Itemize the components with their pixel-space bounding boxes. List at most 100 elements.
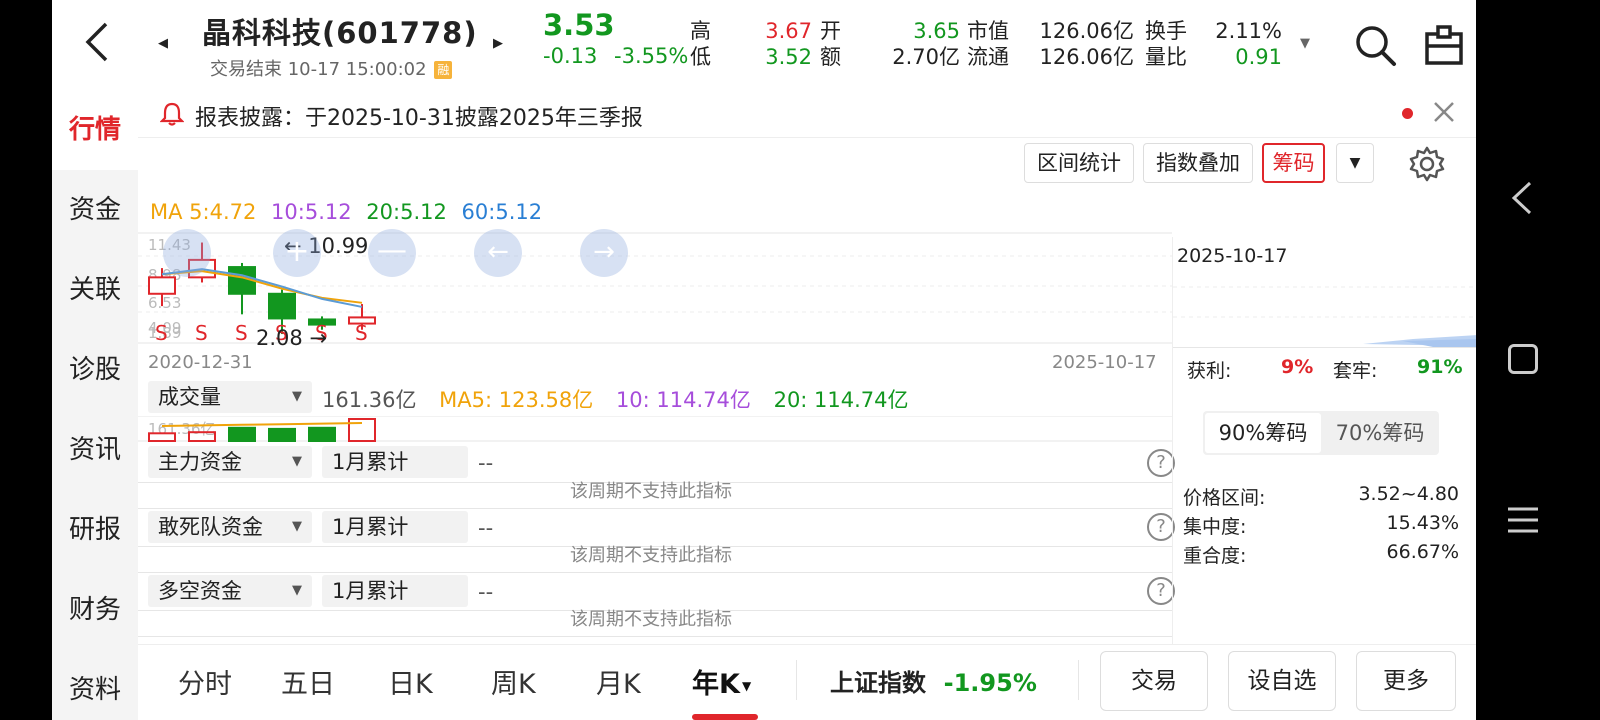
volume-indicator-label: 成交量 [158,385,221,409]
ma-legend: MA 5:4.72 10:5.12 20:5.12 60:5.12 [150,200,550,224]
min-price-label: 2.08 [256,326,303,350]
tab-five-day[interactable]: 五日 [281,662,335,701]
sidebar-item-research[interactable]: 研报 [52,490,138,570]
quote-value-high: 3.67 [765,19,812,43]
back-icon[interactable] [82,20,122,70]
pan-left-icon[interactable]: ← [474,229,522,277]
sidebar-item-funds[interactable]: 资金 [52,170,138,250]
more-button[interactable]: 更多 [1356,651,1456,711]
ma20-label: 20:5.12 [366,200,447,224]
next-stock-icon[interactable]: ▶ [493,36,503,51]
chevron-down-icon: ▼ [292,389,302,404]
chip-tab-70[interactable]: 70%筹码 [1323,413,1437,453]
tab-monthly-k[interactable]: 月K [596,662,641,701]
sidebar-item-diagnose[interactable]: 诊股 [52,330,138,410]
caret-down-icon: ▼ [741,678,752,693]
chart-start-date: 2020-12-31 [148,352,253,373]
trade-status: 交易结束 10-17 15:00:02 融 [210,55,453,81]
expand-quotes-icon[interactable]: ▼ [1300,36,1310,51]
disclosure-notice[interactable]: 报表披露：于2025-10-31披露2025年三季报 [138,90,1476,138]
overlap-value: 66.67% [1386,541,1459,563]
tab-intraday[interactable]: 分时 [178,662,232,701]
concentration-label: 集中度: [1183,516,1247,538]
volume-ma10: 10: 114.74亿 [615,388,751,412]
help-icon[interactable]: ? [1147,577,1175,605]
range-stats-button[interactable]: 区间统计 [1024,143,1134,183]
index-overlay-button[interactable]: 指数叠加 [1143,143,1253,183]
system-nav-bar [1476,0,1600,720]
stock-name: 晶科科技(601778) [202,16,478,50]
close-icon[interactable] [1432,100,1456,128]
price-change: -0.13 -3.55% [543,44,688,68]
tab-yearly-k[interactable]: 年K ▼ [692,662,751,701]
main-funds-select[interactable]: 主力资金 ▼ [148,446,312,478]
help-icon[interactable]: ? [1147,513,1175,541]
trade-button[interactable]: 交易 [1100,651,1208,711]
quote-label-high: 高 [690,19,711,43]
help-icon[interactable]: ? [1147,449,1175,477]
volume-value: 161.36亿 [322,388,417,412]
settings-gear-icon[interactable] [1408,145,1446,187]
divider [138,508,1172,509]
tab-daily-k[interactable]: 日K [388,662,433,701]
quote-label-amount: 额 [820,45,841,69]
sidebar-item-news[interactable]: 资讯 [52,410,138,490]
divider [796,660,797,700]
chip-tab-90[interactable]: 90%筹码 [1205,413,1321,453]
dare-team-funds-select[interactable]: 敢死队资金 ▼ [148,511,312,543]
main-funds-note: 该周期不支持此指标 [570,481,732,502]
candle-body [148,276,176,295]
quote-value-amount: 2.70亿 [892,45,960,69]
zoom-in-icon[interactable] [163,229,211,277]
long-short-funds-period-select[interactable]: 1月累计 [322,575,468,607]
sidebar-item-profile[interactable]: 资料 [52,650,138,720]
sidebar-item-market[interactable]: 行情 [52,90,138,170]
y-tick-label: 6.53 [148,294,181,312]
pan-right-icon[interactable]: → [580,229,628,277]
chip-distribution-chart[interactable] [1173,267,1476,347]
long-short-funds-note: 该周期不支持此指标 [570,609,732,630]
volume-indicator-select[interactable]: 成交量 ▼ [148,381,312,413]
system-back-icon[interactable] [1510,180,1534,220]
dare-team-funds-note: 该周期不支持此指标 [570,545,732,566]
overlap-label: 重合度: [1183,545,1247,567]
divider [138,636,1172,637]
ma60-label: 60:5.12 [461,200,543,224]
index-change: -1.95% [943,669,1037,697]
volume-axis-label: 161.36亿 [148,420,216,438]
main-funds-period-select[interactable]: 1月累计 [322,446,468,478]
tab-weekly-k[interactable]: 周K [491,662,536,701]
quote-label-float: 流通 [967,45,1009,69]
add-watchlist-button[interactable]: 设自选 [1228,651,1336,711]
volume-chart[interactable]: 161.36亿 [138,416,1172,442]
system-menu-icon[interactable] [1506,506,1540,538]
current-price: 3.53 [543,8,615,42]
zoom-out-icon[interactable]: — [368,229,416,277]
chart-options-dropdown[interactable]: ▼ [1336,143,1374,183]
signal-marker: S [355,321,368,344]
volume-ma5: MA5: 123.58亿 [439,388,594,412]
volume-bar [308,426,336,442]
prev-stock-icon[interactable]: ◀ [158,36,168,51]
long-short-funds-select[interactable]: 多空资金 ▼ [148,575,312,607]
concentration-value: 15.43% [1386,512,1459,534]
quote-label-turnover: 换手 [1145,19,1187,43]
sidebar-item-related[interactable]: 关联 [52,250,138,330]
volume-bar [268,427,296,442]
search-icon[interactable] [1354,24,1398,68]
zoom-in-plus-icon[interactable]: + [273,229,321,277]
index-ticker[interactable]: 上证指数 -1.95% [830,663,1037,698]
candle-body [268,292,296,320]
sidebar-item-finance[interactable]: 财务 [52,570,138,650]
active-tab-indicator [692,714,758,720]
divider [1078,660,1079,700]
system-home-icon[interactable] [1508,344,1538,374]
tab-yearly-k-label: 年K [692,669,740,700]
bookmark-icon[interactable] [1424,24,1464,66]
chart-end-date: 2025-10-17 [1052,352,1157,373]
chips-button[interactable]: 筹码 [1262,143,1325,183]
quote-label-open: 开 [820,19,841,43]
dare-team-funds-period-select[interactable]: 1月累计 [322,511,468,543]
notice-text: 报表披露：于2025-10-31披露2025年三季报 [195,106,643,131]
bell-icon [159,101,185,131]
